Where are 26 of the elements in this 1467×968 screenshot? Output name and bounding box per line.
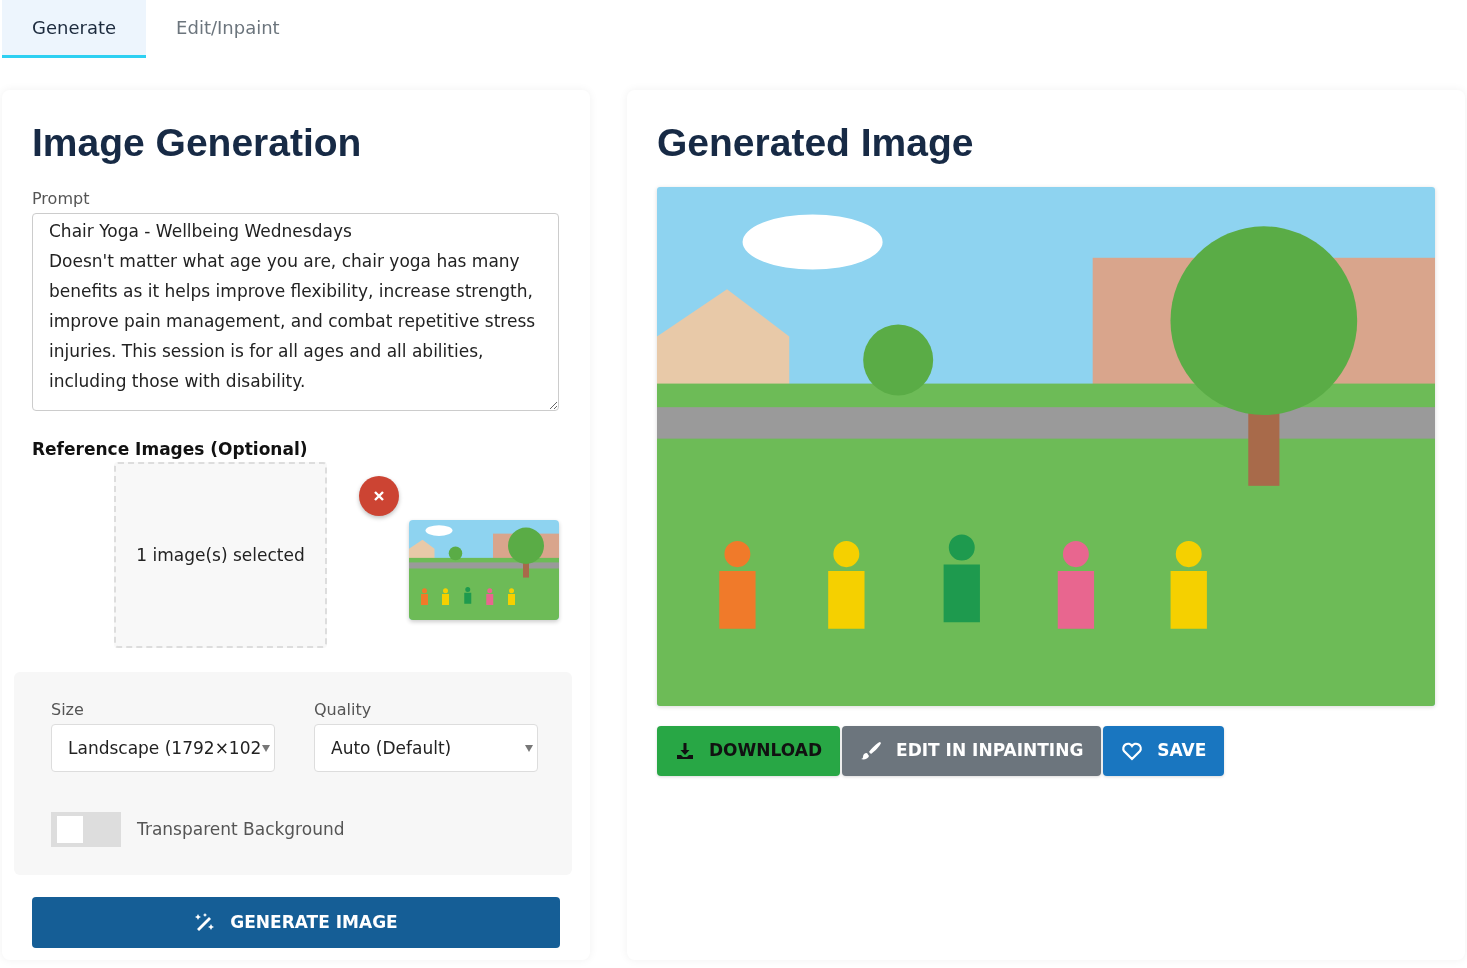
close-icon [373, 490, 385, 503]
dropdown-caret-icon [525, 744, 533, 753]
download-icon [675, 740, 695, 761]
field-label: Size [51, 699, 85, 722]
panel-title: Generated Image [657, 120, 975, 166]
download-button[interactable]: DOWNLOAD [657, 725, 841, 776]
section-heading: Reference Images (Optional) [32, 437, 309, 461]
prompt-field[interactable]: Chair Yoga - Wellbeing Wednesdays Doesn't matter what age you are, chair yoga has many benefits as it helps improve flexibility, increase strength, improve pain management, and combat repetitive stress injuries. This session is for all ages and all abilities, including those with disability. [32, 212, 559, 411]
paintbrush-icon [860, 739, 883, 762]
edit-button[interactable]: EDIT IN INPAINTING [842, 725, 1102, 776]
select-field[interactable]: Landscape (1792×102 [51, 724, 275, 773]
tab[interactable]: Generate [2, 0, 147, 58]
toggle-switch[interactable] [51, 812, 121, 848]
upload-dropzone[interactable]: 1 image(s) selected [114, 462, 327, 649]
field-label: Prompt [32, 187, 91, 210]
panel-title: Image Generation [32, 120, 363, 166]
field-label: Quality [314, 699, 373, 722]
toggle-label: Transparent Background [137, 818, 345, 842]
heart-icon [1121, 740, 1144, 761]
generate-button[interactable]: GENERATE IMAGE [32, 897, 560, 949]
dropdown-caret-icon [262, 744, 270, 753]
tab[interactable]: Edit/Inpaint [146, 0, 310, 58]
select-field[interactable]: Auto (Default) [314, 724, 538, 773]
dropzone-text: 1 image(s) selected [136, 543, 305, 567]
save-button[interactable]: SAVE [1103, 725, 1225, 776]
remove-button[interactable] [359, 476, 399, 517]
